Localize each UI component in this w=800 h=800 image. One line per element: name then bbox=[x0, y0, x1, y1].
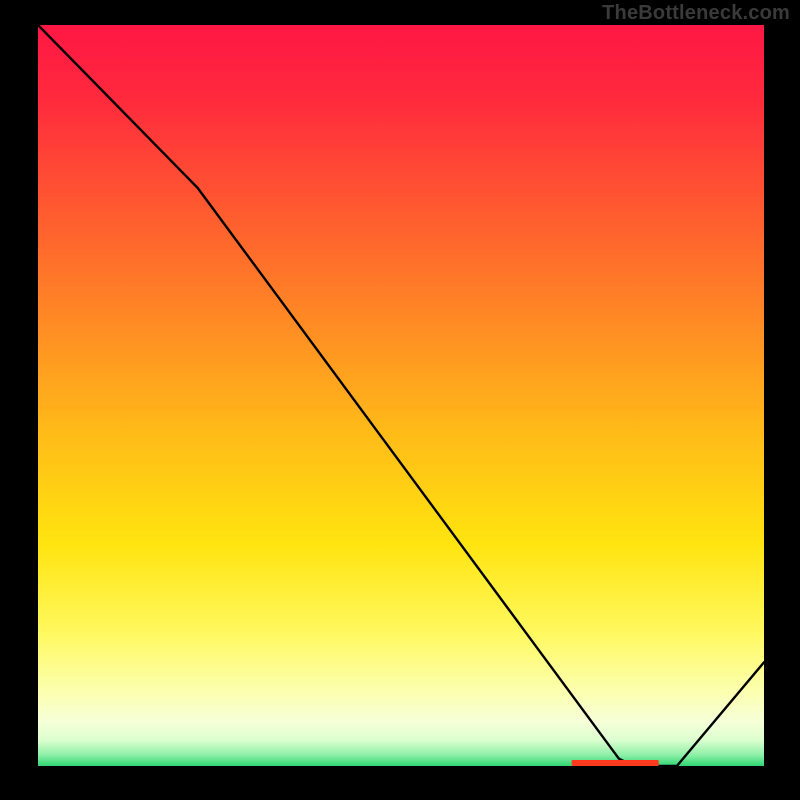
legend-marker bbox=[572, 760, 659, 766]
plot-area bbox=[38, 25, 764, 766]
chart-frame: TheBottleneck.com bbox=[0, 0, 800, 800]
watermark-label: TheBottleneck.com bbox=[602, 2, 790, 25]
chart-svg bbox=[38, 25, 764, 766]
legend-swatch bbox=[572, 760, 659, 766]
